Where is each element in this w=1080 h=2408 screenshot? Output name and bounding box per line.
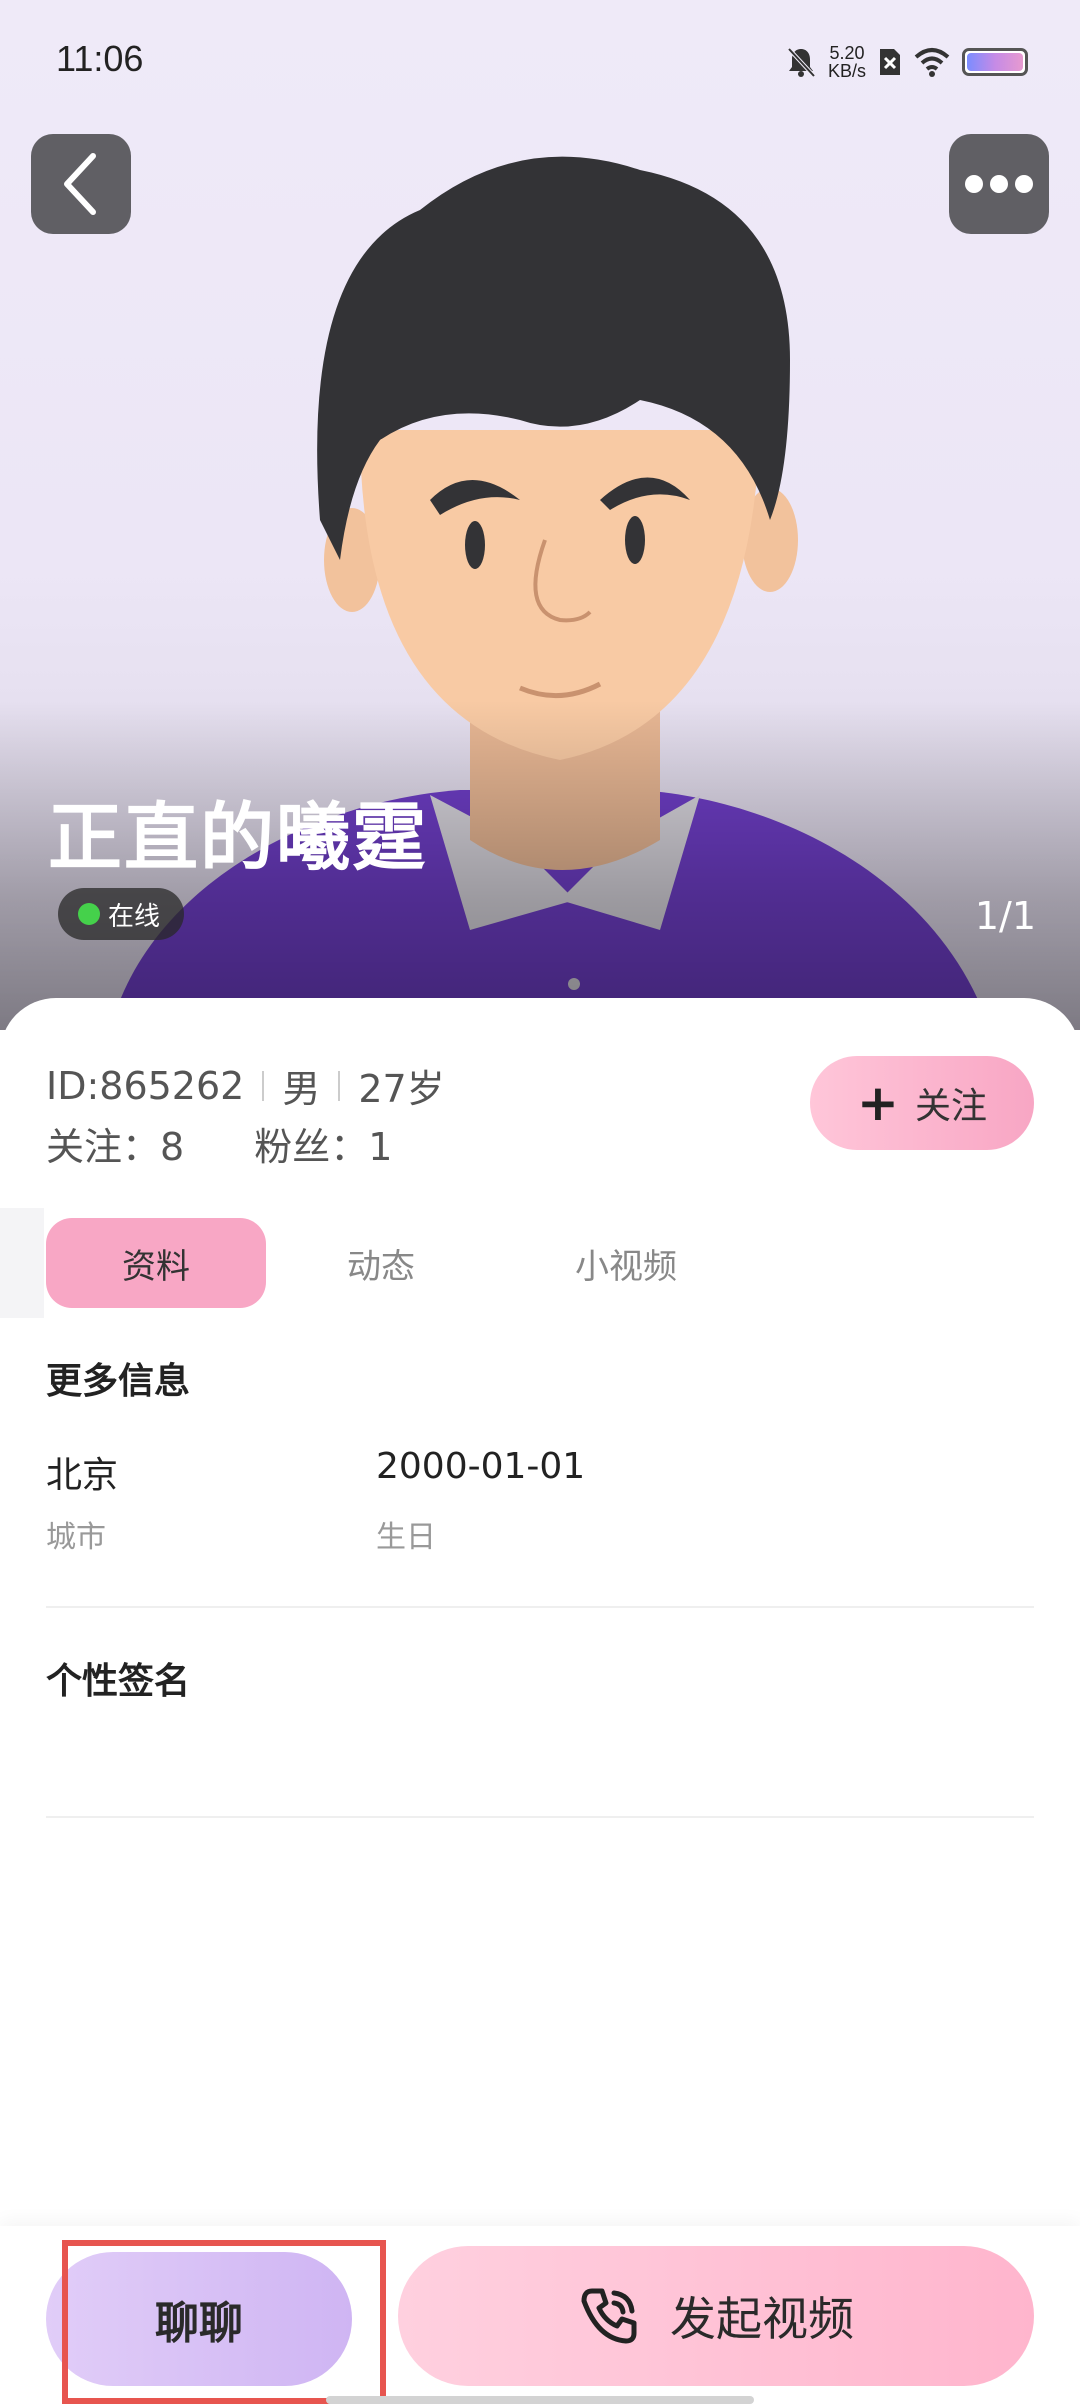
photo-counter: 1/1 — [974, 894, 1036, 938]
sim-off-icon — [880, 49, 900, 75]
signature-title: 个性签名 — [46, 1661, 191, 1702]
start-video-label: 发起视频 — [670, 2292, 854, 2346]
battery-icon — [962, 48, 1028, 76]
section-divider — [46, 1816, 1034, 1818]
follow-button[interactable]: + 关注 — [810, 1056, 1034, 1150]
follow-button-label: 关注 — [914, 1086, 987, 1127]
back-button[interactable] — [31, 134, 131, 234]
status-icons: 5.20 KB/s — [786, 40, 1028, 84]
online-status-text: 在线 — [108, 901, 161, 932]
city-value: 北京 — [46, 1455, 119, 1496]
chevron-left-icon — [64, 153, 96, 215]
more-dots-icon — [965, 175, 1033, 193]
user-age: 27岁 — [358, 1067, 445, 1111]
profile-basic-info: ID:865262 男 27岁 — [46, 1058, 445, 1113]
user-id: ID:865262 — [46, 1063, 245, 1108]
wifi-icon — [914, 48, 950, 77]
birthday-value: 2000-01-01 — [376, 1446, 586, 1487]
online-status-badge: 在线 — [58, 888, 185, 940]
follow-stats: 关注：8 粉丝：1 — [46, 1116, 392, 1171]
status-time: 11:06 — [56, 38, 144, 79]
home-indicator[interactable] — [326, 2396, 754, 2404]
online-dot-icon — [78, 903, 100, 925]
side-handle — [0, 1208, 44, 1318]
tab-moments[interactable]: 动态 — [266, 1218, 496, 1308]
more-options-button[interactable] — [949, 134, 1049, 234]
city-label: 城市 — [46, 1520, 106, 1555]
profile-name: 正直的曦霆 — [48, 795, 428, 881]
net-speed: 5.20 KB/s — [827, 43, 866, 81]
divider — [338, 1070, 341, 1101]
more-info-title: 更多信息 — [46, 1361, 191, 1402]
tab-profile[interactable]: 资料 — [46, 1218, 266, 1308]
start-video-button[interactable]: 发起视频 — [398, 2246, 1034, 2386]
bell-off-icon — [787, 47, 816, 78]
profile-tabs: 资料 动态 小视频 — [46, 1218, 756, 1308]
birthday-label: 生日 — [376, 1520, 436, 1555]
following-count: 关注：8 — [46, 1125, 185, 1169]
divider — [262, 1070, 265, 1101]
user-gender: 男 — [282, 1067, 321, 1111]
phone-call-icon — [581, 2288, 637, 2344]
tab-short-videos[interactable]: 小视频 — [496, 1218, 756, 1308]
section-divider — [46, 1606, 1034, 1608]
fans-count: 粉丝：1 — [254, 1125, 393, 1169]
highlight-box — [62, 2240, 386, 2404]
plus-icon: + — [857, 1074, 899, 1132]
status-bar: 11:06 5.20 KB/s — [0, 0, 1080, 120]
